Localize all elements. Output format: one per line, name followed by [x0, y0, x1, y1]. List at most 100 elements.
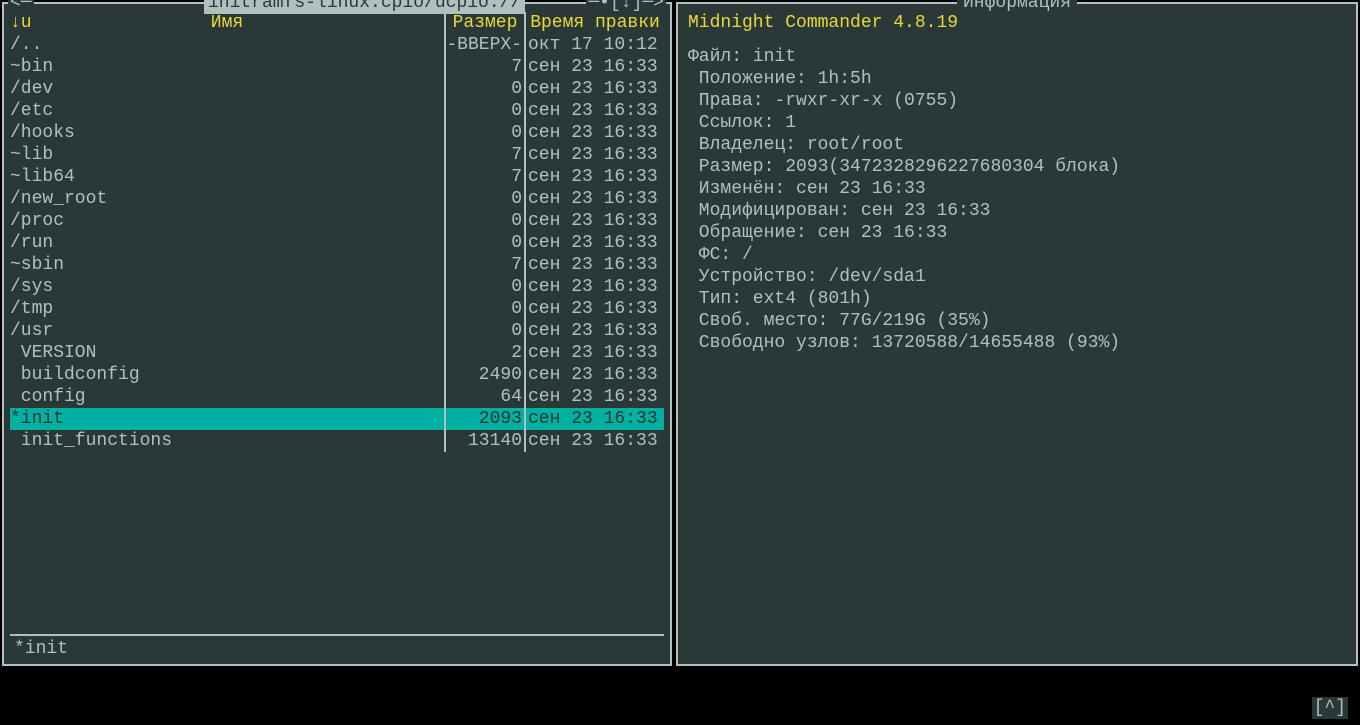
file-size: 7: [444, 56, 524, 78]
info-line: Владелец: root/root: [688, 134, 1346, 156]
file-time: сен 23 16:33: [524, 276, 664, 298]
file-size: 7: [444, 254, 524, 276]
info-line: Файл: init: [688, 46, 1346, 68]
file-size: 0: [444, 188, 524, 210]
file-size: 2093: [444, 408, 524, 430]
info-line: Своб. место: 77G/219G (35%): [688, 310, 1346, 332]
file-size: 2490: [444, 364, 524, 386]
sort-indicator[interactable]: ↓u: [10, 12, 32, 34]
info-line: Модифицирован: сен 23 16:33: [688, 200, 1346, 222]
file-name: init_functions: [10, 430, 444, 452]
file-name: /dev: [10, 78, 444, 100]
file-size: 0: [444, 122, 524, 144]
file-size: 7: [444, 144, 524, 166]
file-time: сен 23 16:33: [524, 210, 664, 232]
file-name: /usr: [10, 320, 444, 342]
file-row[interactable]: /run0сен 23 16:33: [10, 232, 664, 254]
file-time: сен 23 16:33: [524, 56, 664, 78]
file-size: 0: [444, 78, 524, 100]
col-header-name-text: Имя: [211, 13, 243, 33]
file-name: /run: [10, 232, 444, 254]
file-row[interactable]: /proc0сен 23 16:33: [10, 210, 664, 232]
file-row[interactable]: *init2093сен 23 16:33: [10, 408, 664, 430]
file-size: 2: [444, 342, 524, 364]
file-size: 13140: [444, 430, 524, 452]
right-panel: Информация Midnight Commander 4.8.19 Фай…: [676, 2, 1358, 666]
file-name: /..: [10, 34, 444, 56]
file-row[interactable]: init_functions13140сен 23 16:33: [10, 430, 664, 452]
file-row[interactable]: /sys0сен 23 16:33: [10, 276, 664, 298]
file-row[interactable]: /usr0сен 23 16:33: [10, 320, 664, 342]
file-time: сен 23 16:33: [524, 166, 664, 188]
file-time: сен 23 16:33: [524, 100, 664, 122]
file-row[interactable]: ~lib7сен 23 16:33: [10, 144, 664, 166]
info-line: ФС: /: [688, 244, 1346, 266]
file-size: 0: [444, 320, 524, 342]
file-size: 0: [444, 298, 524, 320]
file-name: /hooks: [10, 122, 444, 144]
file-size: 0: [444, 100, 524, 122]
file-time: сен 23 16:33: [524, 386, 664, 408]
file-row[interactable]: ~lib647сен 23 16:33: [10, 166, 664, 188]
file-row[interactable]: /etc0сен 23 16:33: [10, 100, 664, 122]
file-name: /sys: [10, 276, 444, 298]
bottom-bar: [0, 668, 1360, 723]
file-time: сен 23 16:33: [524, 320, 664, 342]
file-row[interactable]: config64сен 23 16:33: [10, 386, 664, 408]
right-panel-title: Информация: [957, 0, 1077, 14]
file-size: 64: [444, 386, 524, 408]
file-time: сен 23 16:33: [524, 364, 664, 386]
file-time: сен 23 16:33: [524, 342, 664, 364]
info-line: Устройство: /dev/sda1: [688, 266, 1346, 288]
info-line: Тип: ext4 (801h): [688, 288, 1346, 310]
info-line: Свободно узлов: 13720588/14655488 (93%): [688, 332, 1346, 354]
file-row[interactable]: buildconfig2490сен 23 16:33: [10, 364, 664, 386]
info-line: Положение: 1h:5h: [688, 68, 1346, 90]
file-row[interactable]: /tmp0сен 23 16:33: [10, 298, 664, 320]
file-name: VERSION: [10, 342, 444, 364]
info-line: Размер: 2093(3472328296227680304 блока): [688, 156, 1346, 178]
file-size: 0: [444, 276, 524, 298]
file-row[interactable]: /hooks0сен 23 16:33: [10, 122, 664, 144]
file-time: сен 23 16:33: [524, 254, 664, 276]
mc-screen: <─ initramfs-linux.cpio/ucpio:// ─•[↓]─>…: [0, 0, 1360, 725]
file-name: /new_root: [10, 188, 444, 210]
file-size: 7: [444, 166, 524, 188]
caret-indicator[interactable]: [^]: [1312, 697, 1348, 719]
file-time: сен 23 16:33: [524, 144, 664, 166]
file-list[interactable]: /..-ВВЕРХ-окт 17 10:12~bin7сен 23 16:33/…: [10, 34, 664, 634]
info-line: Обращение: сен 23 16:33: [688, 222, 1346, 244]
file-name: ~bin: [10, 56, 444, 78]
column-headers: ↓u Имя Размер Время правки: [10, 12, 664, 34]
info-line: Права: -rwxr-xr-x (0755): [688, 90, 1346, 112]
col-header-size[interactable]: Размер: [444, 12, 524, 34]
col-header-time[interactable]: Время правки: [524, 12, 664, 34]
file-name: /etc: [10, 100, 444, 122]
file-row[interactable]: ~bin7сен 23 16:33: [10, 56, 664, 78]
file-row[interactable]: VERSION2сен 23 16:33: [10, 342, 664, 364]
info-body: Midnight Commander 4.8.19 Файл: init Пол…: [678, 4, 1356, 362]
left-panel: <─ initramfs-linux.cpio/ucpio:// ─•[↓]─>…: [2, 2, 672, 666]
file-time: сен 23 16:33: [524, 408, 664, 430]
mini-status: *init: [10, 634, 664, 662]
col-header-name[interactable]: ↓u Имя: [10, 12, 444, 34]
panels-container: <─ initramfs-linux.cpio/ucpio:// ─•[↓]─>…: [0, 0, 1360, 668]
file-row[interactable]: /..-ВВЕРХ-окт 17 10:12: [10, 34, 664, 56]
file-time: сен 23 16:33: [524, 430, 664, 452]
info-heading: Midnight Commander 4.8.19: [688, 12, 1346, 34]
file-time: сен 23 16:33: [524, 232, 664, 254]
nav-scroll-icon[interactable]: ─•[↓]─>: [586, 0, 666, 14]
info-lines: Файл: init Положение: 1h:5h Права: -rwxr…: [688, 46, 1346, 354]
file-row[interactable]: ~sbin7сен 23 16:33: [10, 254, 664, 276]
file-size: -ВВЕРХ-: [444, 34, 524, 56]
file-row[interactable]: /new_root0сен 23 16:33: [10, 188, 664, 210]
file-row[interactable]: /dev0сен 23 16:33: [10, 78, 664, 100]
file-name: ~lib64: [10, 166, 444, 188]
file-name: buildconfig: [10, 364, 444, 386]
file-size: 0: [444, 232, 524, 254]
file-name: ~sbin: [10, 254, 444, 276]
file-name: ~lib: [10, 144, 444, 166]
file-name: config: [10, 386, 444, 408]
left-panel-body: ↓u Имя Размер Время правки /..-ВВЕРХ-окт…: [4, 4, 670, 664]
file-name: /tmp: [10, 298, 444, 320]
